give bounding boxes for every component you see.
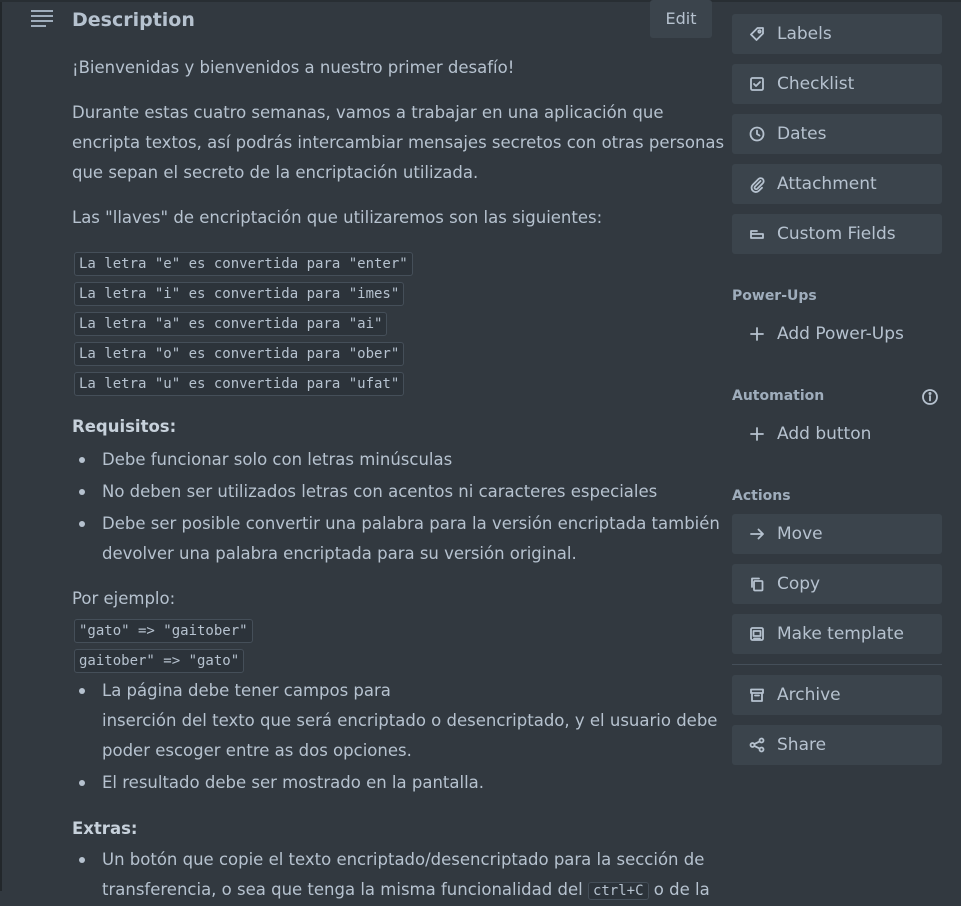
- description-title: Description: [72, 9, 195, 31]
- move-label: Move: [777, 524, 823, 544]
- archive-icon: [750, 688, 764, 702]
- code-key: La letra "e" es convertida para "enter": [74, 252, 413, 276]
- edit-button[interactable]: Edit: [650, 0, 712, 38]
- bullet: [79, 688, 85, 694]
- arrow-right-icon: [750, 528, 764, 540]
- paragraph-line: Durante estas cuatro semanas, vamos a tr…: [72, 103, 664, 122]
- paragraph-line: que sepan el secreto de la encriptación …: [72, 163, 479, 182]
- actions-divider: [732, 664, 942, 665]
- labels-label: Labels: [777, 24, 832, 44]
- actions-heading: Actions: [732, 488, 791, 504]
- checklist-button[interactable]: Checklist: [732, 64, 942, 104]
- list-item: No deben ser utilizados letras con acent…: [102, 482, 658, 501]
- copy-icon: [751, 577, 764, 592]
- code-key: La letra "u" es convertida para "ufat": [74, 372, 405, 396]
- code-example: "gato" => "gaitober": [74, 619, 253, 643]
- paragraph-line: encripta textos, así podrás intercambiar…: [72, 133, 725, 152]
- left-edge: [0, 0, 2, 891]
- list-item-continuation: devolver una palabra encriptada para su …: [102, 544, 577, 563]
- bullet: [79, 521, 85, 527]
- tag-icon: [750, 27, 764, 41]
- code-key: La letra "i" es convertida para "imes": [74, 282, 405, 306]
- move-button[interactable]: Move: [732, 514, 942, 554]
- checklist-label: Checklist: [777, 74, 855, 94]
- dates-button[interactable]: Dates: [732, 114, 942, 154]
- custom-fields-label: Custom Fields: [777, 224, 896, 244]
- archive-label: Archive: [777, 685, 841, 705]
- bullet: [79, 857, 85, 863]
- checklist-icon: [750, 77, 764, 91]
- attachment-button[interactable]: Attachment: [732, 164, 942, 204]
- copy-button[interactable]: Copy: [732, 564, 942, 604]
- bullet: [79, 489, 85, 495]
- add-powerups-label: Add Power-Ups: [777, 324, 904, 344]
- list-item: Un botón que copie el texto encriptado/d…: [102, 850, 705, 869]
- copy-label: Copy: [777, 574, 821, 594]
- list-item: La página debe tener campos para: [102, 681, 391, 700]
- ejemplo-label: Por ejemplo:: [72, 589, 176, 608]
- share-button[interactable]: Share: [732, 725, 942, 765]
- add-button-button[interactable]: Add button: [732, 414, 942, 454]
- list-item-continuation: inserción del texto que será encriptado …: [102, 711, 718, 730]
- list-item: Debe funcionar solo con letras minúscula…: [102, 450, 453, 469]
- dates-label: Dates: [777, 124, 827, 144]
- extras-heading: Extras:: [72, 819, 138, 838]
- clock-icon: [749, 126, 765, 142]
- extras-text: o de la: [653, 880, 710, 899]
- automation-heading: Automation: [732, 388, 825, 404]
- plus-icon: [750, 427, 764, 441]
- add-button-label: Add button: [777, 424, 872, 444]
- archive-button[interactable]: Archive: [732, 675, 942, 715]
- paperclip-icon: [750, 177, 765, 193]
- attachment-label: Attachment: [777, 174, 877, 194]
- list-item: El resultado debe ser mostrado en la pan…: [102, 773, 485, 792]
- intro-text: ¡Bienvenidas y bienvenidos a nuestro pri…: [72, 58, 515, 77]
- custom-fields-button[interactable]: Custom Fields: [732, 214, 942, 254]
- template-icon: [750, 627, 764, 641]
- add-powerups-button[interactable]: Add Power-Ups: [732, 314, 942, 354]
- code-key: La letra "o" es convertida para "ober": [74, 342, 405, 366]
- code-example: gaitober" => "gato": [74, 649, 245, 673]
- plus-icon: [750, 327, 764, 341]
- share-label: Share: [777, 735, 827, 755]
- custom-fields-icon: [750, 230, 764, 239]
- make-template-label: Make template: [777, 624, 904, 644]
- bullet: [79, 780, 85, 786]
- make-template-button[interactable]: Make template: [732, 614, 942, 654]
- powerups-heading: Power-Ups: [732, 288, 817, 304]
- extras-text: transferencia, o sea que tenga la misma …: [102, 880, 583, 899]
- requisitos-heading: Requisitos:: [72, 417, 177, 436]
- inline-code: ctrl+C: [587, 882, 649, 900]
- share-icon: [749, 737, 765, 753]
- description-icon: [31, 10, 53, 28]
- list-item: Debe ser posible convertir una palabra p…: [102, 514, 720, 533]
- list-item-continuation: poder escoger entre as dos opciones.: [102, 741, 412, 760]
- top-edge: [0, 0, 961, 2]
- info-icon[interactable]: [921, 388, 939, 406]
- bullet: [79, 457, 85, 463]
- keys-intro: Las "llaves" de encriptación que utiliza…: [72, 208, 603, 227]
- code-key: La letra "a" es convertida para "ai": [74, 312, 388, 336]
- labels-button[interactable]: Labels: [732, 14, 942, 54]
